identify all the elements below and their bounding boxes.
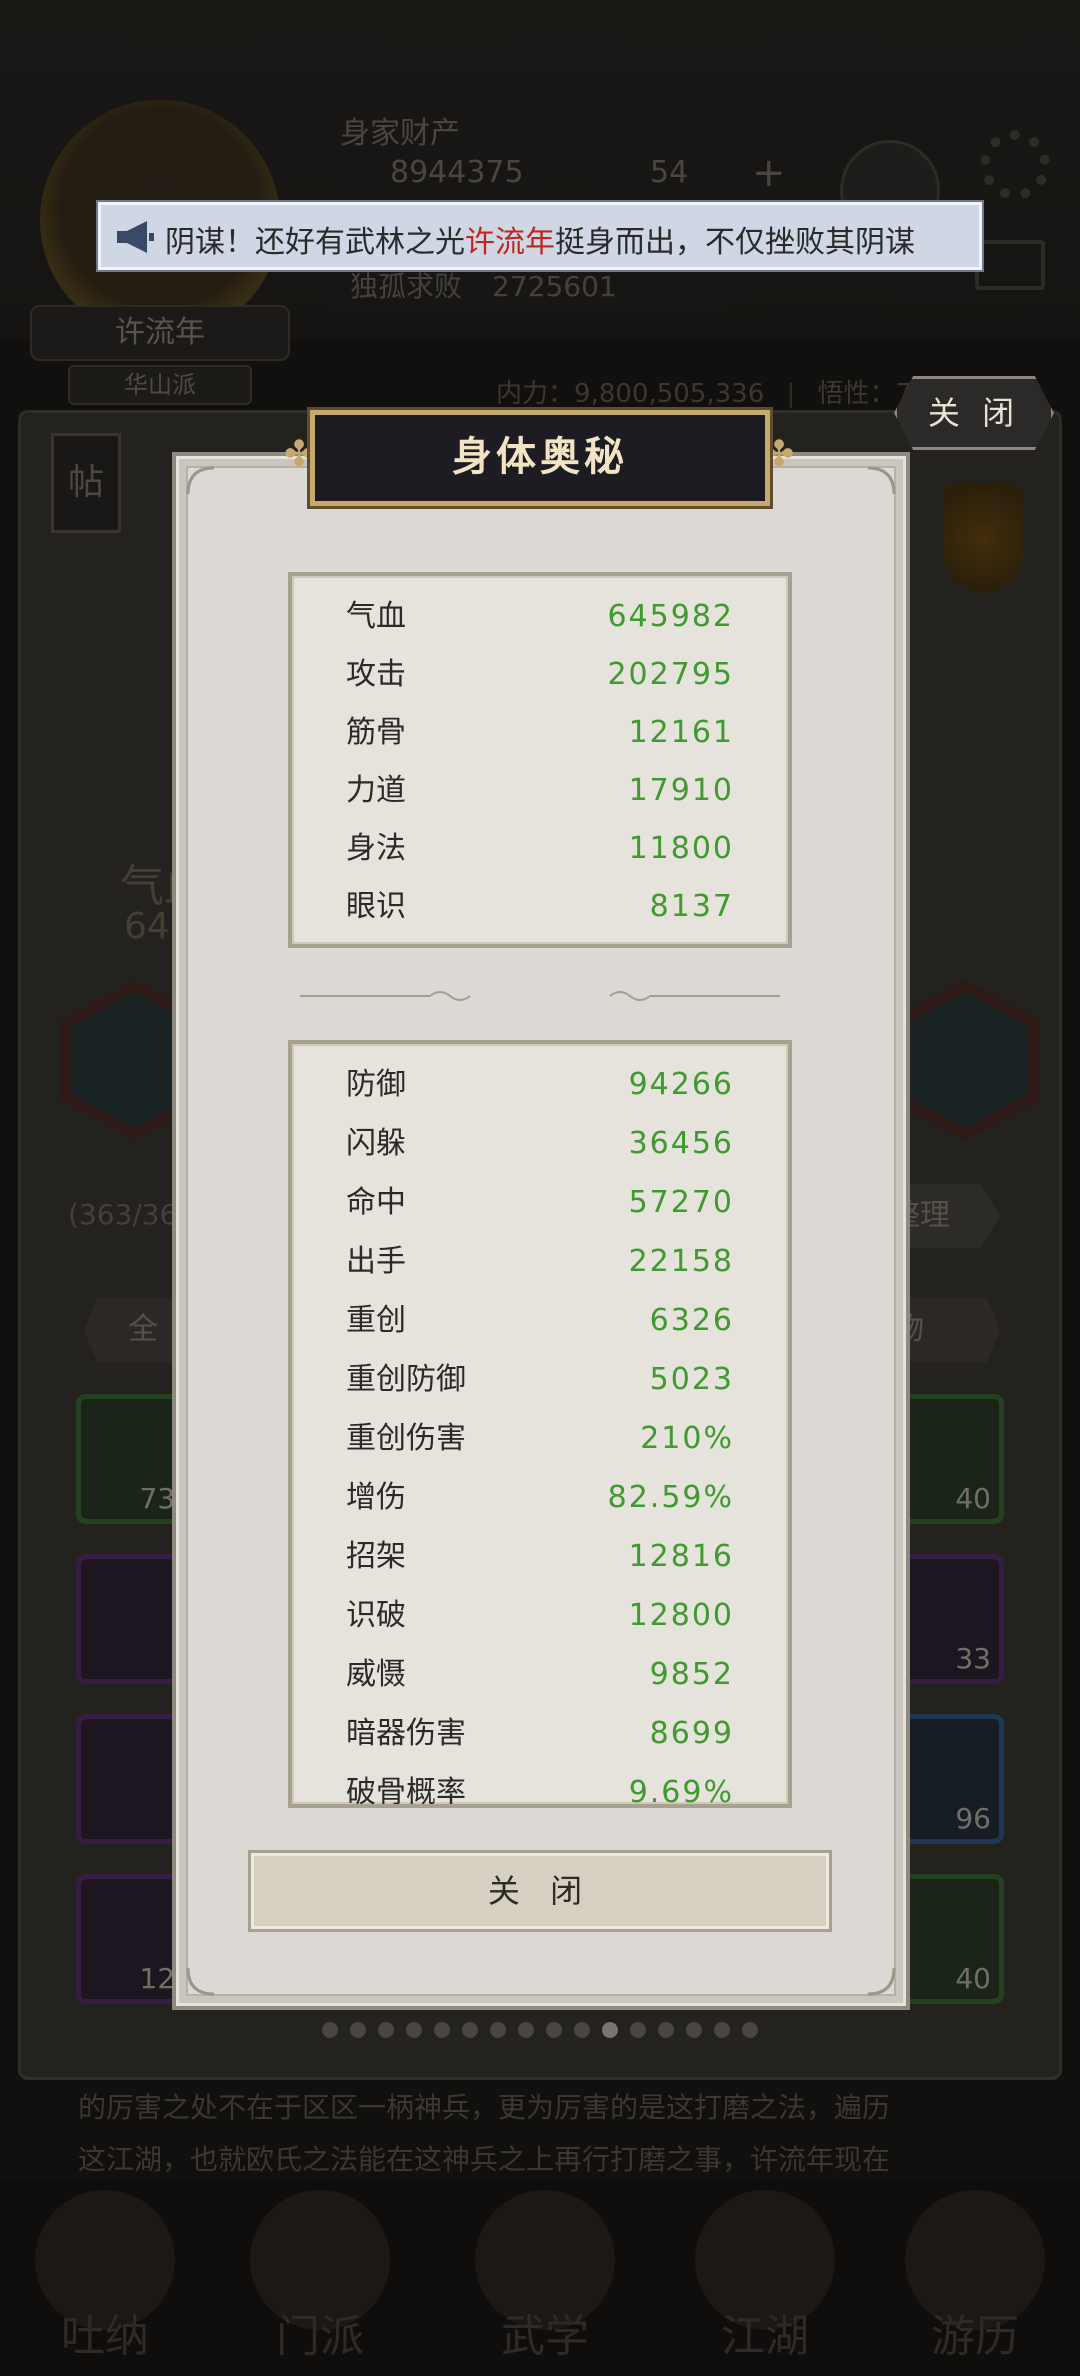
stat-row: 识破 12800 bbox=[346, 1598, 734, 1633]
stat-row: 气血 645982 bbox=[346, 599, 734, 634]
corner-ornament-icon bbox=[866, 1966, 896, 1996]
modal-title: 身体奥秘 bbox=[310, 410, 770, 506]
stat-row: 闪躲 36456 bbox=[346, 1126, 734, 1161]
close-button[interactable]: 关 闭 bbox=[248, 1850, 832, 1932]
stat-row: 暗器伤害 8699 bbox=[346, 1716, 734, 1751]
stat-row: 命中 57270 bbox=[346, 1185, 734, 1220]
stat-row: 重创伤害 210% bbox=[346, 1421, 734, 1456]
close-button-top[interactable]: 关 闭 bbox=[894, 376, 1054, 450]
corner-ornament-icon bbox=[186, 1966, 216, 1996]
stat-row: 眼识 8137 bbox=[346, 889, 734, 924]
page-indicator bbox=[0, 2022, 1080, 2042]
page-dot bbox=[546, 2022, 562, 2038]
page-dot bbox=[378, 2022, 394, 2038]
page-dot bbox=[406, 2022, 422, 2038]
stat-row: 出手 22158 bbox=[346, 1244, 734, 1279]
page-dot bbox=[322, 2022, 338, 2038]
ticker-text: 阴谋！还好有武林之光许流年挺身而出，不仅挫败其阴谋 bbox=[165, 225, 915, 260]
page-dot bbox=[602, 2022, 618, 2038]
stat-row: 攻击 202795 bbox=[346, 657, 734, 692]
stat-row: 招架 12816 bbox=[346, 1539, 734, 1574]
page-dot bbox=[518, 2022, 534, 2038]
page-dot bbox=[686, 2022, 702, 2038]
page-dot bbox=[434, 2022, 450, 2038]
page-dot bbox=[462, 2022, 478, 2038]
stat-row: 破骨概率 9.69% bbox=[346, 1775, 734, 1808]
base-stats-panel: 气血 645982 攻击 202795 筋骨 12161 力道 17910 身法 1180… bbox=[288, 572, 792, 948]
stat-row: 筋骨 12161 bbox=[346, 715, 734, 750]
title-ornament-right-icon: ✤ bbox=[764, 434, 795, 475]
section-divider-icon bbox=[300, 991, 780, 1001]
page-dot bbox=[574, 2022, 590, 2038]
stat-row: 威慑 9852 bbox=[346, 1657, 734, 1692]
combat-stats-panel[interactable]: 防御 94266 闪躲 36456 命中 57270 出手 22158 重创 6326 重… bbox=[288, 1040, 792, 1808]
corner-ornament-icon bbox=[866, 466, 896, 496]
ticker-highlight-name: 许流年 bbox=[465, 225, 555, 260]
page-dot bbox=[350, 2022, 366, 2038]
corner-ornament-icon bbox=[186, 466, 216, 496]
stat-row: 重创 6326 bbox=[346, 1303, 734, 1338]
stat-row: 力道 17910 bbox=[346, 773, 734, 808]
page-dot bbox=[490, 2022, 506, 2038]
stat-row: 身法 11800 bbox=[346, 831, 734, 866]
page-dot bbox=[630, 2022, 646, 2038]
page-dot bbox=[714, 2022, 730, 2038]
stat-row: 重创防御 5023 bbox=[346, 1362, 734, 1397]
announcement-ticker: 阴谋！还好有武林之光许流年挺身而出，不仅挫败其阴谋 bbox=[98, 202, 982, 270]
stat-row: 防御 94266 bbox=[346, 1067, 734, 1102]
page-dot bbox=[742, 2022, 758, 2038]
stat-row: 增伤 82.59% bbox=[346, 1480, 734, 1515]
page-dot bbox=[658, 2022, 674, 2038]
megaphone-icon bbox=[117, 221, 154, 253]
